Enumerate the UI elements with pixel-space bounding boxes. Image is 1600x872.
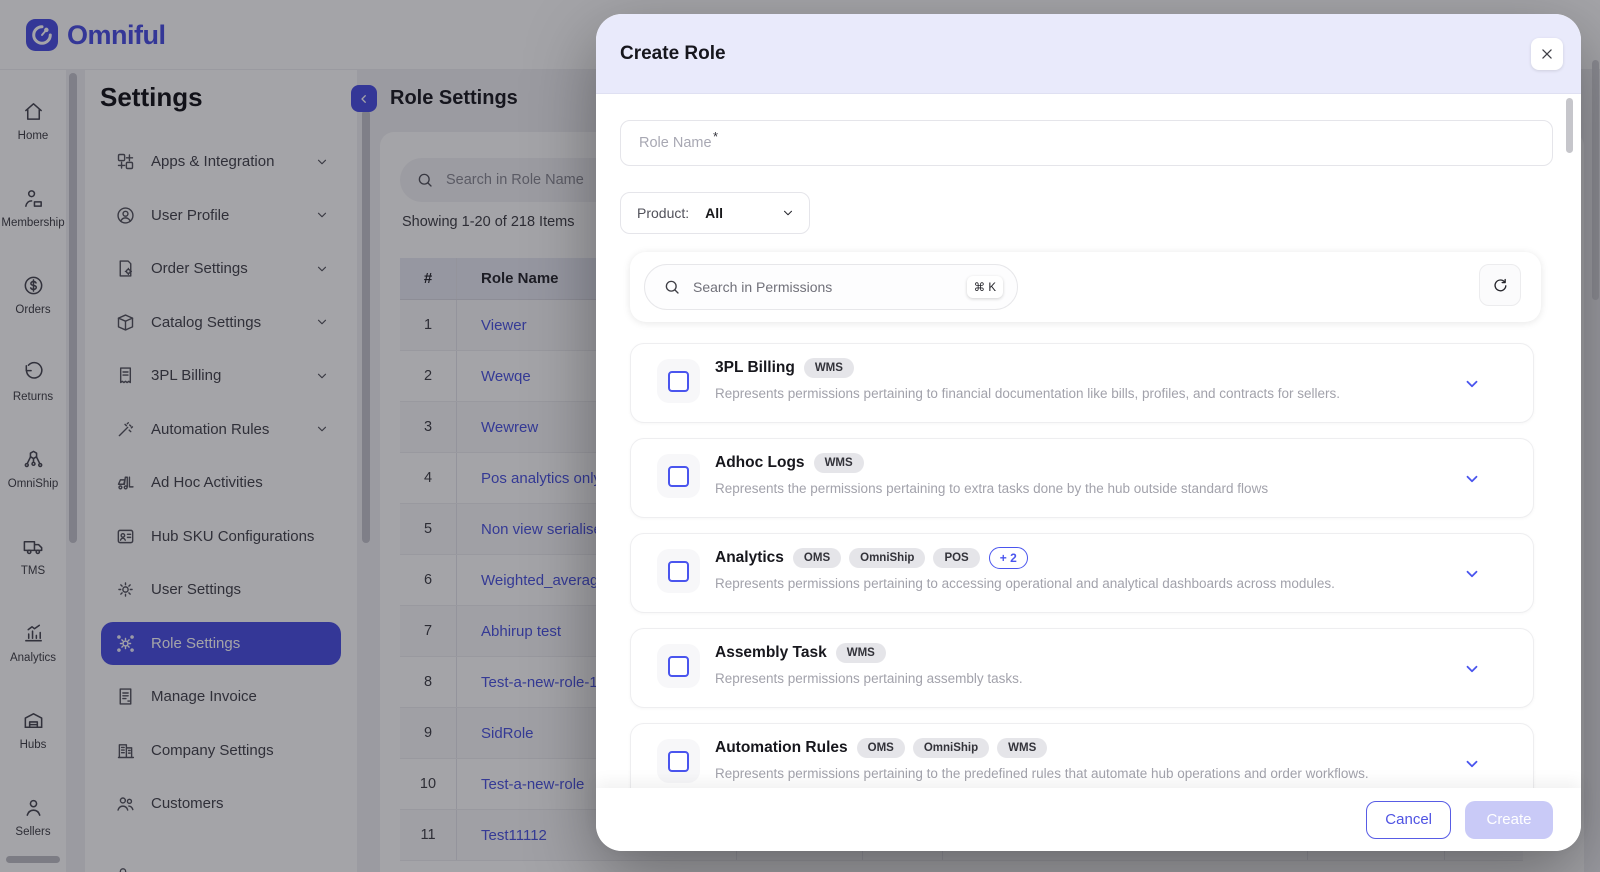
checkbox-box xyxy=(668,466,689,487)
close-icon xyxy=(1540,47,1554,61)
chevron-down-icon[interactable] xyxy=(1463,565,1481,583)
checkbox-box xyxy=(668,371,689,392)
product-tag: WMS xyxy=(836,643,886,663)
permission-checkbox[interactable] xyxy=(657,454,700,498)
permission-card: 3PL Billing WMS Represents permissions p… xyxy=(630,343,1534,423)
permission-description: Represents permissions pertaining to the… xyxy=(715,766,1443,781)
required-asterisk: * xyxy=(713,129,718,144)
permission-name: 3PL Billing xyxy=(715,359,795,377)
cancel-button[interactable]: Cancel xyxy=(1366,801,1451,839)
close-button[interactable] xyxy=(1531,38,1563,70)
permission-card: Adhoc Logs WMS Represents the permission… xyxy=(630,438,1534,518)
chevron-down-icon xyxy=(781,206,795,220)
permissions-search[interactable]: ⌘ K xyxy=(644,264,1018,310)
modal-title: Create Role xyxy=(620,43,726,65)
permission-description: Represents permissions pertaining assemb… xyxy=(715,671,1443,686)
checkbox-box xyxy=(668,561,689,582)
more-tags-chip[interactable]: + 2 xyxy=(989,547,1028,569)
permission-card: Assembly Task WMS Represents permissions… xyxy=(630,628,1534,708)
permission-description: Represents the permissions pertaining to… xyxy=(715,481,1443,496)
product-tag: OMS xyxy=(793,548,841,568)
product-tag: WMS xyxy=(997,738,1047,758)
permission-checkbox[interactable] xyxy=(657,549,700,593)
product-select[interactable]: Product: All xyxy=(620,192,810,234)
refresh-button[interactable] xyxy=(1479,264,1521,306)
permission-checkbox[interactable] xyxy=(657,739,700,783)
permission-description: Represents permissions pertaining to acc… xyxy=(715,576,1443,591)
permission-description: Represents permissions pertaining to fin… xyxy=(715,386,1443,401)
checkbox-box xyxy=(668,656,689,677)
product-tag: WMS xyxy=(804,358,854,378)
search-icon xyxy=(663,278,681,296)
permissions-search-card: ⌘ K xyxy=(630,252,1541,322)
permission-checkbox[interactable] xyxy=(657,359,700,403)
permissions-list: 3PL Billing WMS Represents permissions p… xyxy=(630,343,1534,818)
role-name-field[interactable]: * xyxy=(620,120,1553,166)
product-tag: OMS xyxy=(857,738,905,758)
chevron-down-icon[interactable] xyxy=(1463,470,1481,488)
checkbox-box xyxy=(668,751,689,772)
chevron-down-icon[interactable] xyxy=(1463,660,1481,678)
product-label: Product: xyxy=(637,205,689,221)
refresh-icon xyxy=(1492,277,1509,294)
chevron-down-icon[interactable] xyxy=(1463,755,1481,773)
product-value: All xyxy=(697,205,773,221)
modal-header: Create Role xyxy=(596,14,1581,94)
create-button[interactable]: Create xyxy=(1465,801,1553,839)
permission-card: Analytics OMS OmniShip POS + 2 Represents … xyxy=(630,533,1534,613)
permission-name: Automation Rules xyxy=(715,739,848,757)
product-tag: OmniShip xyxy=(913,738,989,758)
modal-scrollbar[interactable] xyxy=(1566,98,1573,153)
permission-checkbox[interactable] xyxy=(657,644,700,688)
product-tag: OmniShip xyxy=(849,548,925,568)
product-tag: WMS xyxy=(814,453,864,473)
role-name-input[interactable] xyxy=(621,121,1552,165)
permission-name: Assembly Task xyxy=(715,644,827,662)
permission-name: Analytics xyxy=(715,549,784,567)
product-tag: POS xyxy=(933,548,979,568)
permissions-search-input[interactable] xyxy=(693,279,955,295)
chevron-down-icon[interactable] xyxy=(1463,375,1481,393)
modal-footer: Cancel Create xyxy=(596,788,1581,851)
create-role-modal: Create Role * Product: All ⌘ K xyxy=(596,14,1581,851)
permission-name: Adhoc Logs xyxy=(715,454,805,472)
keyboard-shortcut-badge: ⌘ K xyxy=(967,276,1003,298)
